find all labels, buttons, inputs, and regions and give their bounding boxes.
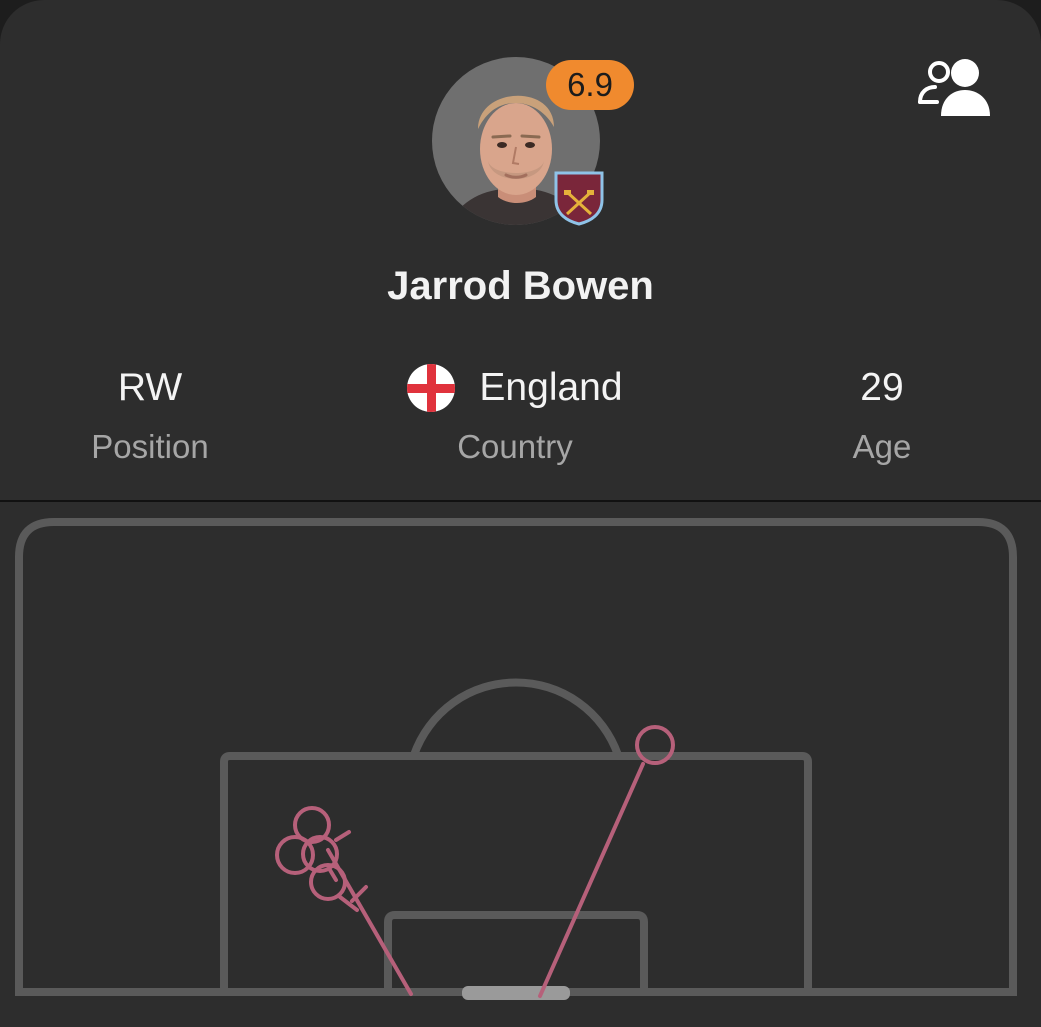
six-yard-box [384,911,648,992]
club-crest-icon[interactable] [553,170,605,226]
country-label: Country [457,428,573,465]
position-value: RW [117,366,183,409]
player-name: Jarrod Bowen [387,264,654,308]
player-card: 6.9 Jarrod Bowen RW Position England Cou… [0,0,1041,1027]
player-header: 6.9 Jarrod Bowen RW Position England Cou… [0,0,1041,500]
stat-age: 29 Age [772,365,992,467]
position-label: Position [91,428,209,465]
shot-marker [538,725,675,998]
shot-map[interactable] [0,502,1041,1027]
age-value: 29 [860,366,904,409]
england-flag-icon [407,364,456,412]
compare-players-button[interactable] [915,56,993,118]
goal [462,986,570,1000]
penalty-arc [410,678,622,757]
age-label: Age [852,428,912,465]
stat-position: RW Position [40,365,260,467]
users-icon [918,59,990,116]
stat-country: England Country [380,364,650,467]
rating-badge: 6.9 [546,60,634,110]
country-value: England [479,366,623,409]
